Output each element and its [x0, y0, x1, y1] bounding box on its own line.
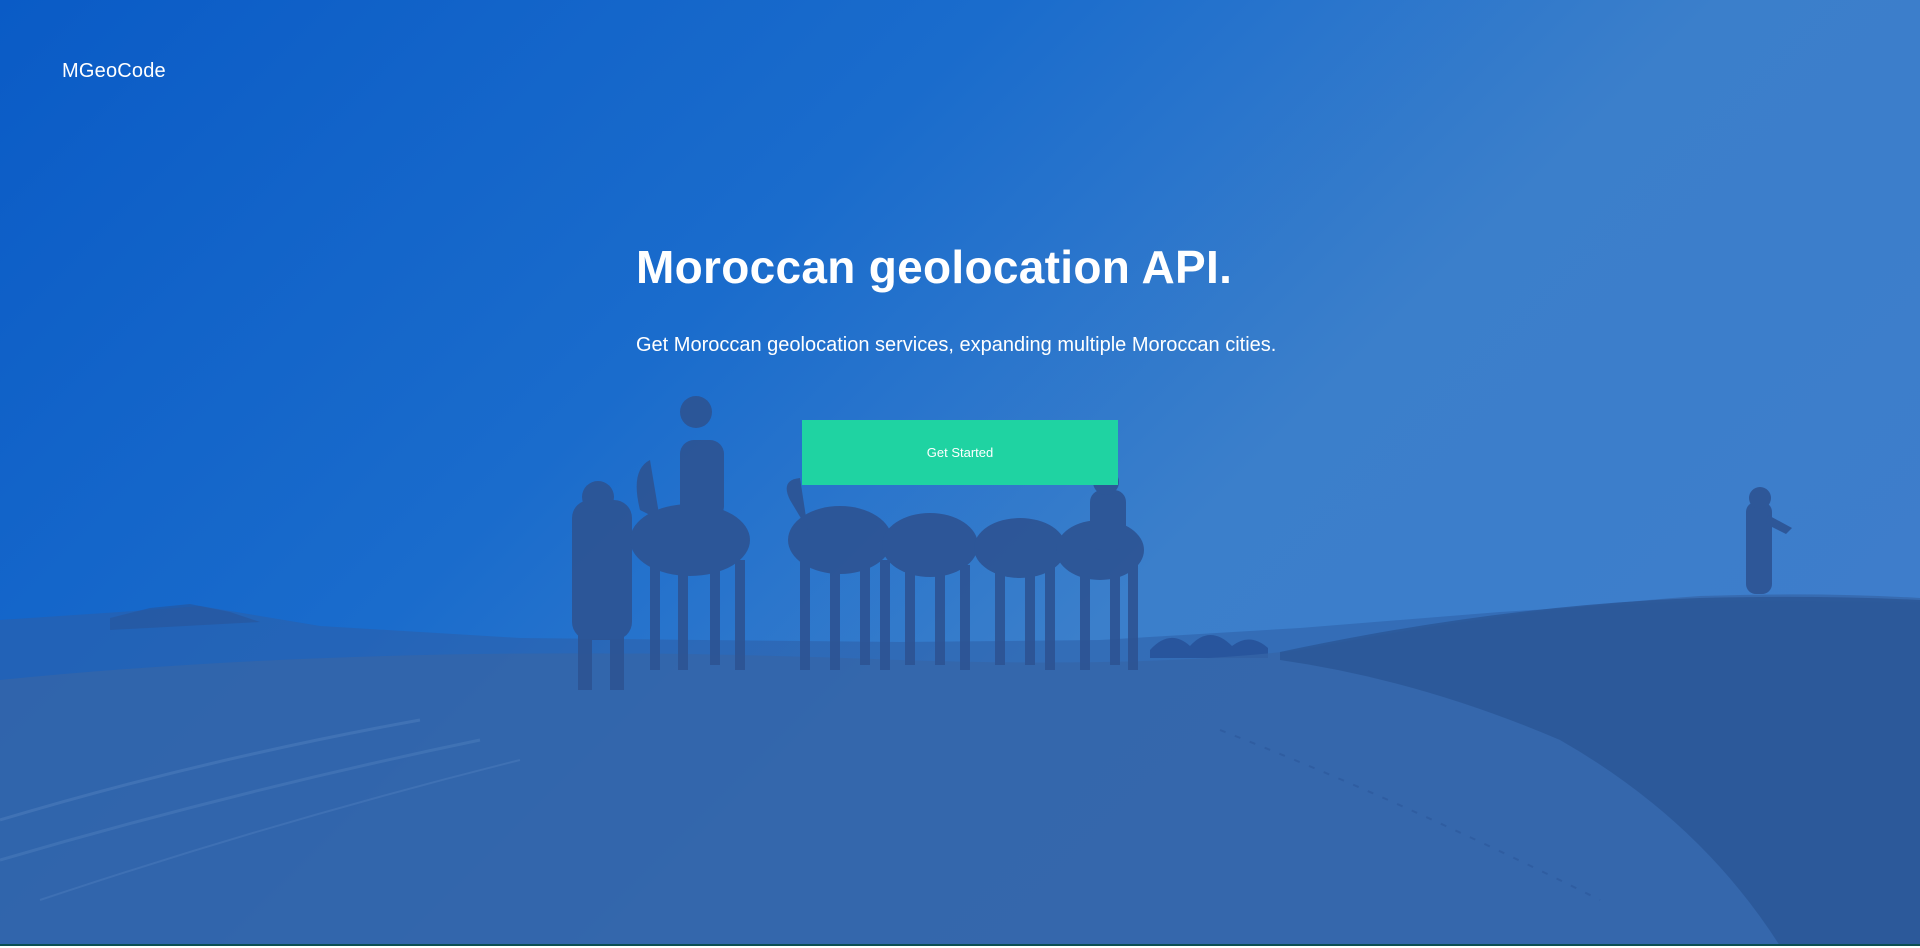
- bottom-divider: [0, 944, 1920, 946]
- brand-logo-text[interactable]: MGeoCode: [62, 60, 166, 83]
- hero-section: MGeoCode Moroccan geolocation API. Get M…: [0, 0, 1920, 946]
- get-started-button[interactable]: Get Started: [802, 420, 1118, 485]
- hero-subtitle: Get Moroccan geolocation services, expan…: [636, 334, 1277, 356]
- hero-title: Moroccan geolocation API.: [636, 241, 1233, 293]
